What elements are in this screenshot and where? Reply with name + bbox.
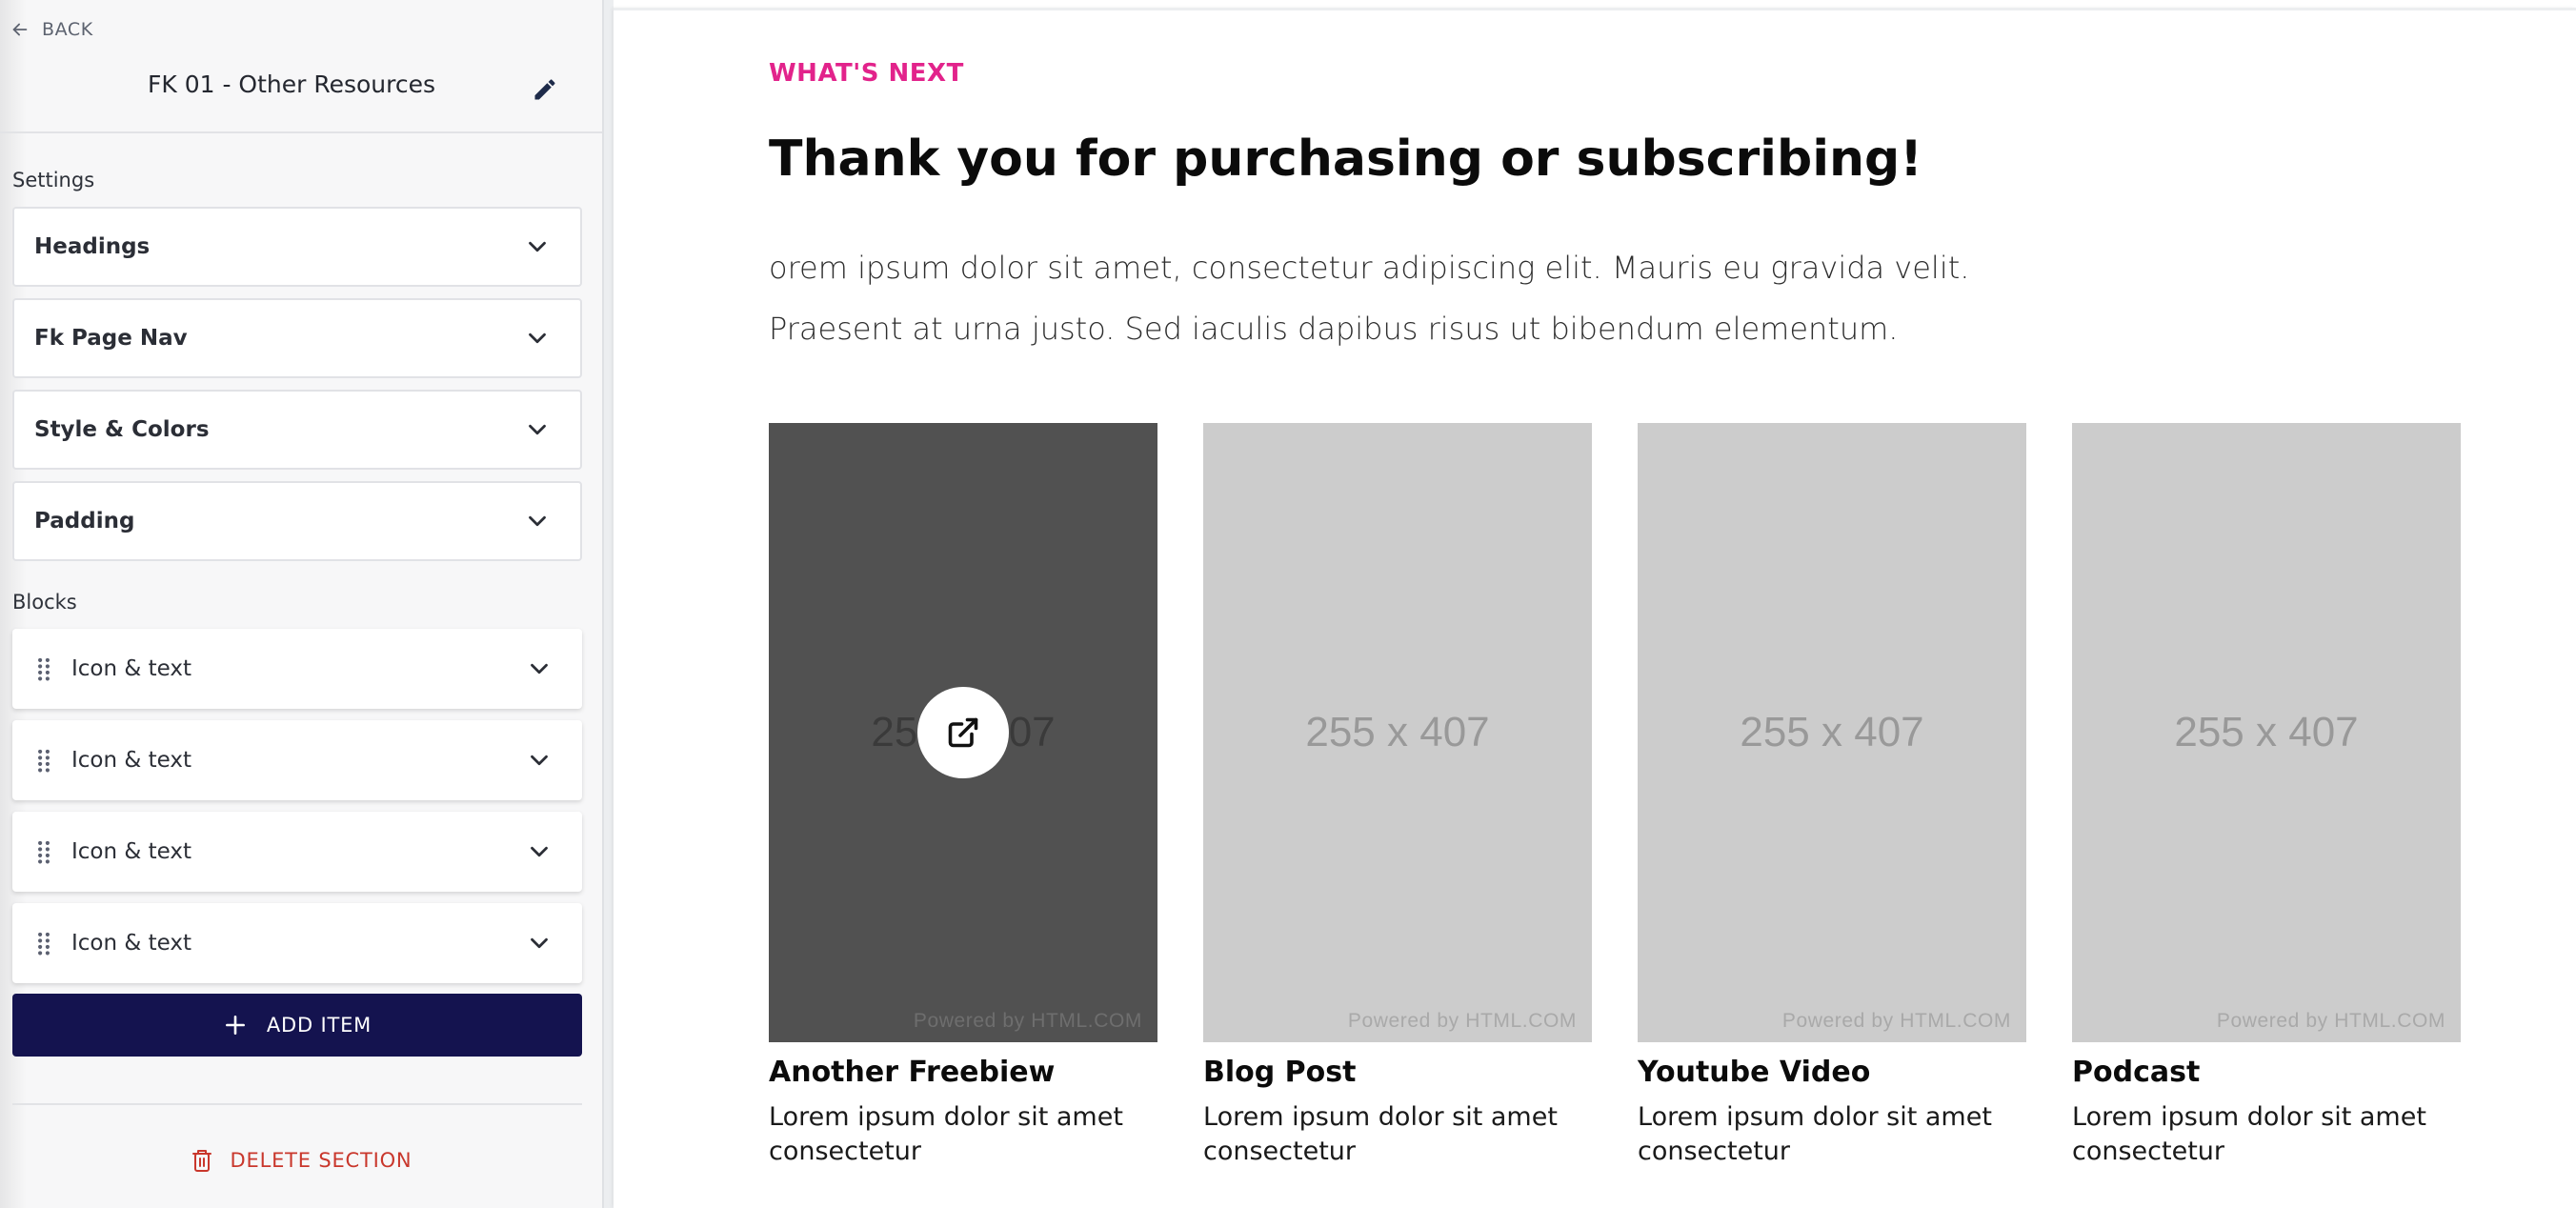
- settings-padding-accordion[interactable]: Padding: [12, 481, 582, 561]
- resource-card[interactable]: 255 x 407 Powered by HTML.COM Another Fr…: [769, 423, 1157, 1169]
- drag-handle-icon[interactable]: [35, 930, 56, 956]
- drag-handle-icon[interactable]: [35, 747, 56, 774]
- card-title: Another Freebiew: [769, 1056, 1056, 1089]
- card-image-placeholder[interactable]: 255 x 407 Powered by HTML.COM: [2072, 423, 2461, 1042]
- powered-by-text: Powered by HTML.COM: [913, 1010, 1142, 1032]
- placeholder-size-text: 255 x 407: [1305, 709, 1490, 755]
- chevron-down-icon: [529, 515, 546, 527]
- block-item[interactable]: Icon & text: [12, 720, 582, 800]
- placeholder-size-text: 255 x 407: [1740, 709, 1924, 755]
- card-image-placeholder[interactable]: 255 x 407 Powered by HTML.COM: [1638, 423, 2026, 1042]
- section-title: FK 01 - Other Resources: [147, 70, 436, 98]
- pencil-icon: [534, 79, 555, 100]
- edit-title-button[interactable]: [530, 74, 560, 105]
- block-label: Icon & text: [71, 931, 192, 956]
- block-item[interactable]: Icon & text: [12, 903, 582, 983]
- eyebrow-text: WHAT'S NEXT: [769, 59, 964, 88]
- trash-icon: [191, 1150, 211, 1172]
- settings-page-nav-accordion[interactable]: Fk Page Nav: [12, 298, 582, 378]
- page-preview: WHAT'S NEXT Thank you for purchasing or …: [614, 8, 2576, 1208]
- card-title: Youtube Video: [1638, 1056, 1871, 1089]
- accordion-label: Style & Colors: [34, 417, 210, 442]
- chevron-down-icon: [531, 846, 548, 857]
- chevron-down-icon: [529, 241, 546, 252]
- add-item-button[interactable]: ADD ITEM: [12, 994, 582, 1057]
- blocks-label: Blocks: [12, 591, 77, 614]
- block-item[interactable]: Icon & text: [12, 812, 582, 892]
- add-item-label: ADD ITEM: [266, 1014, 372, 1037]
- settings-label: Settings: [12, 169, 95, 191]
- accordion-label: Headings: [34, 234, 151, 259]
- card-title: Podcast: [2072, 1056, 2201, 1089]
- back-label: BACK: [42, 19, 93, 40]
- card-title: Blog Post: [1203, 1056, 1357, 1089]
- chevron-down-icon: [529, 332, 546, 344]
- resource-card[interactable]: 255 x 407 Powered by HTML.COM Youtube Vi…: [1638, 423, 2026, 1169]
- settings-style-colors-accordion[interactable]: Style & Colors: [12, 390, 582, 470]
- section-headline: Thank you for purchasing or subscribing!: [769, 131, 1922, 188]
- chevron-down-icon: [529, 424, 546, 435]
- accordion-label: Fk Page Nav: [34, 326, 188, 351]
- editor-sidebar: BACK FK 01 - Other Resources Settings He…: [0, 0, 602, 1208]
- block-label: Icon & text: [71, 839, 192, 864]
- back-button[interactable]: BACK: [10, 16, 93, 43]
- settings-headings-accordion[interactable]: Headings: [12, 207, 582, 287]
- drag-handle-icon[interactable]: [35, 655, 56, 682]
- card-text: Lorem ipsum dolor sit amet consectetur: [2072, 1102, 2426, 1166]
- intro-line: Praesent at urna justo. Sed iaculis dapi…: [769, 311, 1899, 347]
- block-item[interactable]: Icon & text: [12, 629, 582, 709]
- card-image-placeholder[interactable]: 255 x 407 Powered by HTML.COM: [1203, 423, 1592, 1042]
- chevron-down-icon: [531, 755, 548, 766]
- divider: [12, 1103, 582, 1105]
- delete-section-button[interactable]: DELETE SECTION: [0, 1143, 602, 1178]
- panel-divider[interactable]: [602, 0, 614, 1208]
- drag-handle-icon[interactable]: [35, 838, 56, 865]
- card-text: Lorem ipsum dolor sit amet consectetur: [769, 1102, 1123, 1166]
- accordion-label: Padding: [34, 509, 135, 534]
- card-image-placeholder[interactable]: 255 x 407 Powered by HTML.COM: [769, 423, 1157, 1042]
- card-text: Lorem ipsum dolor sit amet consectetur: [1638, 1102, 1992, 1166]
- powered-by-text: Powered by HTML.COM: [1781, 1010, 2011, 1032]
- arrow-left-icon: [12, 23, 28, 36]
- powered-by-text: Powered by HTML.COM: [2216, 1010, 2445, 1032]
- chevron-down-icon: [531, 937, 548, 949]
- divider: [0, 131, 602, 133]
- card-text: Lorem ipsum dolor sit amet consectetur: [1203, 1102, 1558, 1166]
- powered-by-text: Powered by HTML.COM: [1347, 1010, 1577, 1032]
- resource-card[interactable]: 255 x 407 Powered by HTML.COM Blog Post …: [1203, 423, 1592, 1169]
- open-link-button[interactable]: [917, 687, 1009, 778]
- intro-paragraph: orem ipsum dolor sit amet, consectetur a…: [769, 237, 2103, 359]
- resource-card[interactable]: 255 x 407 Powered by HTML.COM Podcast Lo…: [2072, 423, 2461, 1169]
- block-label: Icon & text: [71, 748, 192, 773]
- delete-section-label: DELETE SECTION: [230, 1149, 413, 1172]
- block-label: Icon & text: [71, 656, 192, 681]
- intro-line: orem ipsum dolor sit amet, consectetur a…: [769, 250, 1970, 286]
- placeholder-size-text: 255 x 407: [2174, 709, 2359, 755]
- chevron-down-icon: [531, 663, 548, 674]
- external-link-icon: [948, 717, 978, 748]
- plus-icon: [225, 1016, 245, 1035]
